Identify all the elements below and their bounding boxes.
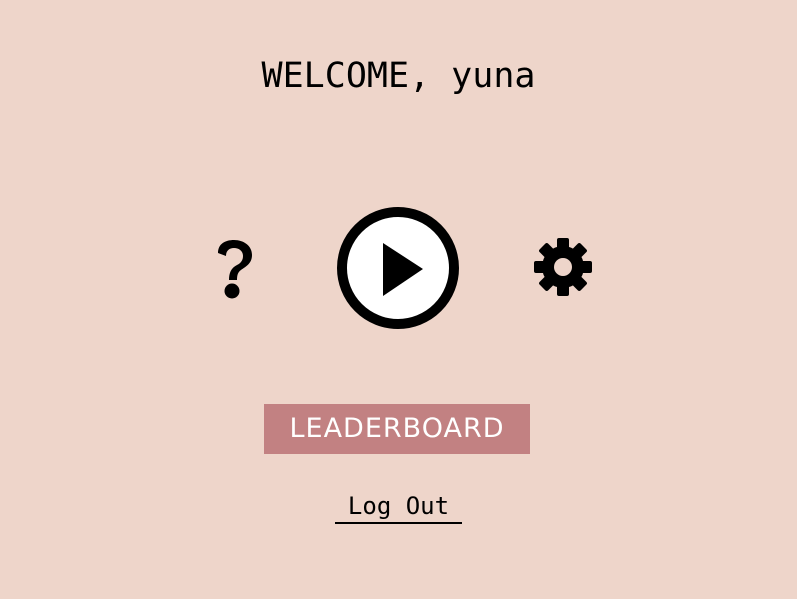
logout-link[interactable]: Log Out (335, 490, 462, 524)
welcome-title: WELCOME, yuna (261, 56, 536, 96)
gear-icon[interactable] (532, 236, 594, 298)
help-icon[interactable] (210, 236, 258, 300)
leaderboard-button[interactable]: LEADERBOARD (264, 404, 530, 454)
play-icon[interactable] (336, 206, 460, 330)
